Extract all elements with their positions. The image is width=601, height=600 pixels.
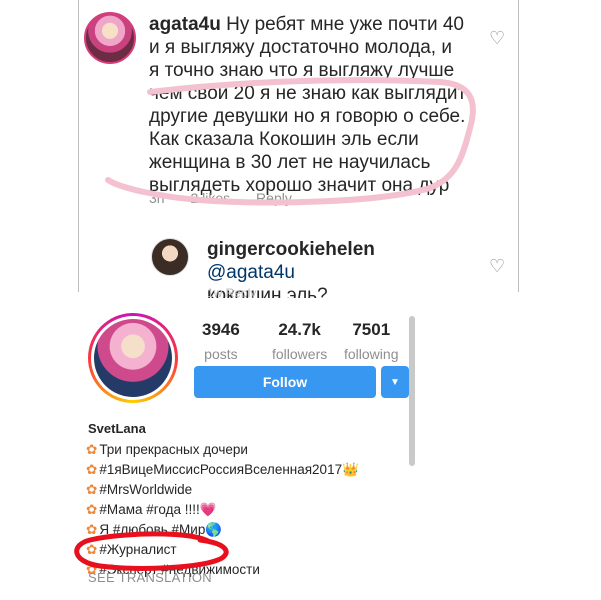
following-count: 7501 [352, 320, 391, 339]
reply-like-heart-icon[interactable]: ♡ [489, 256, 505, 277]
posts-count: 3946 [202, 320, 240, 339]
agata4u-avatar[interactable] [84, 12, 136, 64]
followers-count: 24.7k [278, 320, 321, 339]
comment-line-5: другие девушки но я говорю о себе. [149, 106, 466, 127]
followers-stat[interactable]: 24.7k followers [272, 320, 327, 362]
bio-line-4: ✿ #Мама #года !!!!💗 [86, 500, 416, 520]
bio-hashtag-2[interactable]: #MrsWorldwide [99, 482, 192, 497]
flower-emoji-icon: ✿ [86, 442, 98, 457]
bio-hashtag-5[interactable]: #Журналист [99, 542, 176, 557]
heart-emoji-icon: 💗 [199, 502, 217, 517]
posts-label: posts [204, 346, 238, 362]
comment-meta: 3h 2 likes Reply [149, 190, 314, 206]
bio-hashtag-1[interactable]: #1яВицеМиссисРоссияВселенная2017 [99, 462, 342, 477]
comment-thread-screenshot: agata4u Ну ребят мне уже почти 40 и я вы… [78, 0, 519, 306]
followers-label: followers [272, 346, 328, 362]
crown-emoji-icon: 👑 [342, 462, 359, 477]
bio-line-1: ✿ Три прекрасных дочери [86, 440, 416, 460]
bio-text-1: Три прекрасных дочери [99, 442, 248, 457]
bio-line-5: ✿ Я #любовь #Мир🌎 [86, 520, 416, 540]
profile-avatar[interactable] [88, 313, 178, 403]
following-stat[interactable]: 7501 following [344, 320, 398, 362]
comment-line-2: и я выгляжу достаточно молода, и [149, 37, 452, 58]
bio-line-6: ✿ #Журналист [86, 540, 416, 560]
profile-screenshot: 3946 posts 24.7k followers 7501 followin… [78, 298, 423, 600]
globe-emoji-icon: 🌎 [205, 522, 223, 537]
scrollbar[interactable] [409, 316, 415, 466]
posts-stat[interactable]: 3946 posts [202, 320, 240, 362]
flower-emoji-icon: ✿ [86, 522, 98, 537]
chevron-down-icon: ▼ [390, 376, 400, 388]
profile-name: SvetLana [88, 421, 146, 436]
comment-likes[interactable]: 2 likes [190, 190, 230, 206]
profile-bio: ✿ Три прекрасных дочери ✿ #1яВицеМиссисРос… [86, 440, 416, 580]
comment-line-1: Ну ребят мне уже почти 40 [226, 14, 464, 35]
comment-line-7: женщина в 30 лет не научилась [149, 152, 431, 173]
flower-emoji-icon: ✿ [86, 482, 98, 497]
flower-emoji-icon: ✿ [86, 462, 98, 477]
comment-line-6: Как сказала Кокошин эль если [149, 129, 419, 150]
bio-line-3: ✿ #MrsWorldwide [86, 480, 416, 500]
reply-mention[interactable]: @agata4u [207, 262, 295, 283]
bio-line-2: ✿ #1яВицеМиссисРоссияВселенная2017👑 [86, 460, 416, 480]
suggestions-dropdown-button[interactable]: ▼ [381, 366, 409, 398]
bio-hashtag-3[interactable]: #Мама #года !!!! [99, 502, 199, 517]
like-heart-icon[interactable]: ♡ [489, 28, 505, 49]
flower-emoji-icon: ✿ [86, 502, 98, 517]
see-translation-link[interactable]: SEE TRANSLATION [88, 570, 212, 585]
comment-body: agata4u Ну ребят мне уже почти 40 и я вы… [149, 13, 469, 197]
follow-button[interactable]: Follow [194, 366, 376, 398]
reply-username[interactable]: gingercookiehelen [207, 239, 375, 260]
gingercookiehelen-avatar[interactable] [151, 238, 189, 276]
profile-photo [91, 316, 175, 400]
comment-time: 3h [149, 190, 165, 206]
comment-line-3: я точно знаю что я выгляжу лучше [149, 60, 455, 81]
bio-hashtag-4[interactable]: Я #любовь #Мир [99, 522, 205, 537]
comment-reply-button[interactable]: Reply [256, 190, 292, 206]
flower-emoji-icon: ✿ [86, 542, 98, 557]
comment-line-4: чем свои 20 я не знаю как выглядит [149, 83, 467, 104]
following-label: following [344, 346, 399, 362]
comment-username[interactable]: agata4u [149, 14, 221, 35]
